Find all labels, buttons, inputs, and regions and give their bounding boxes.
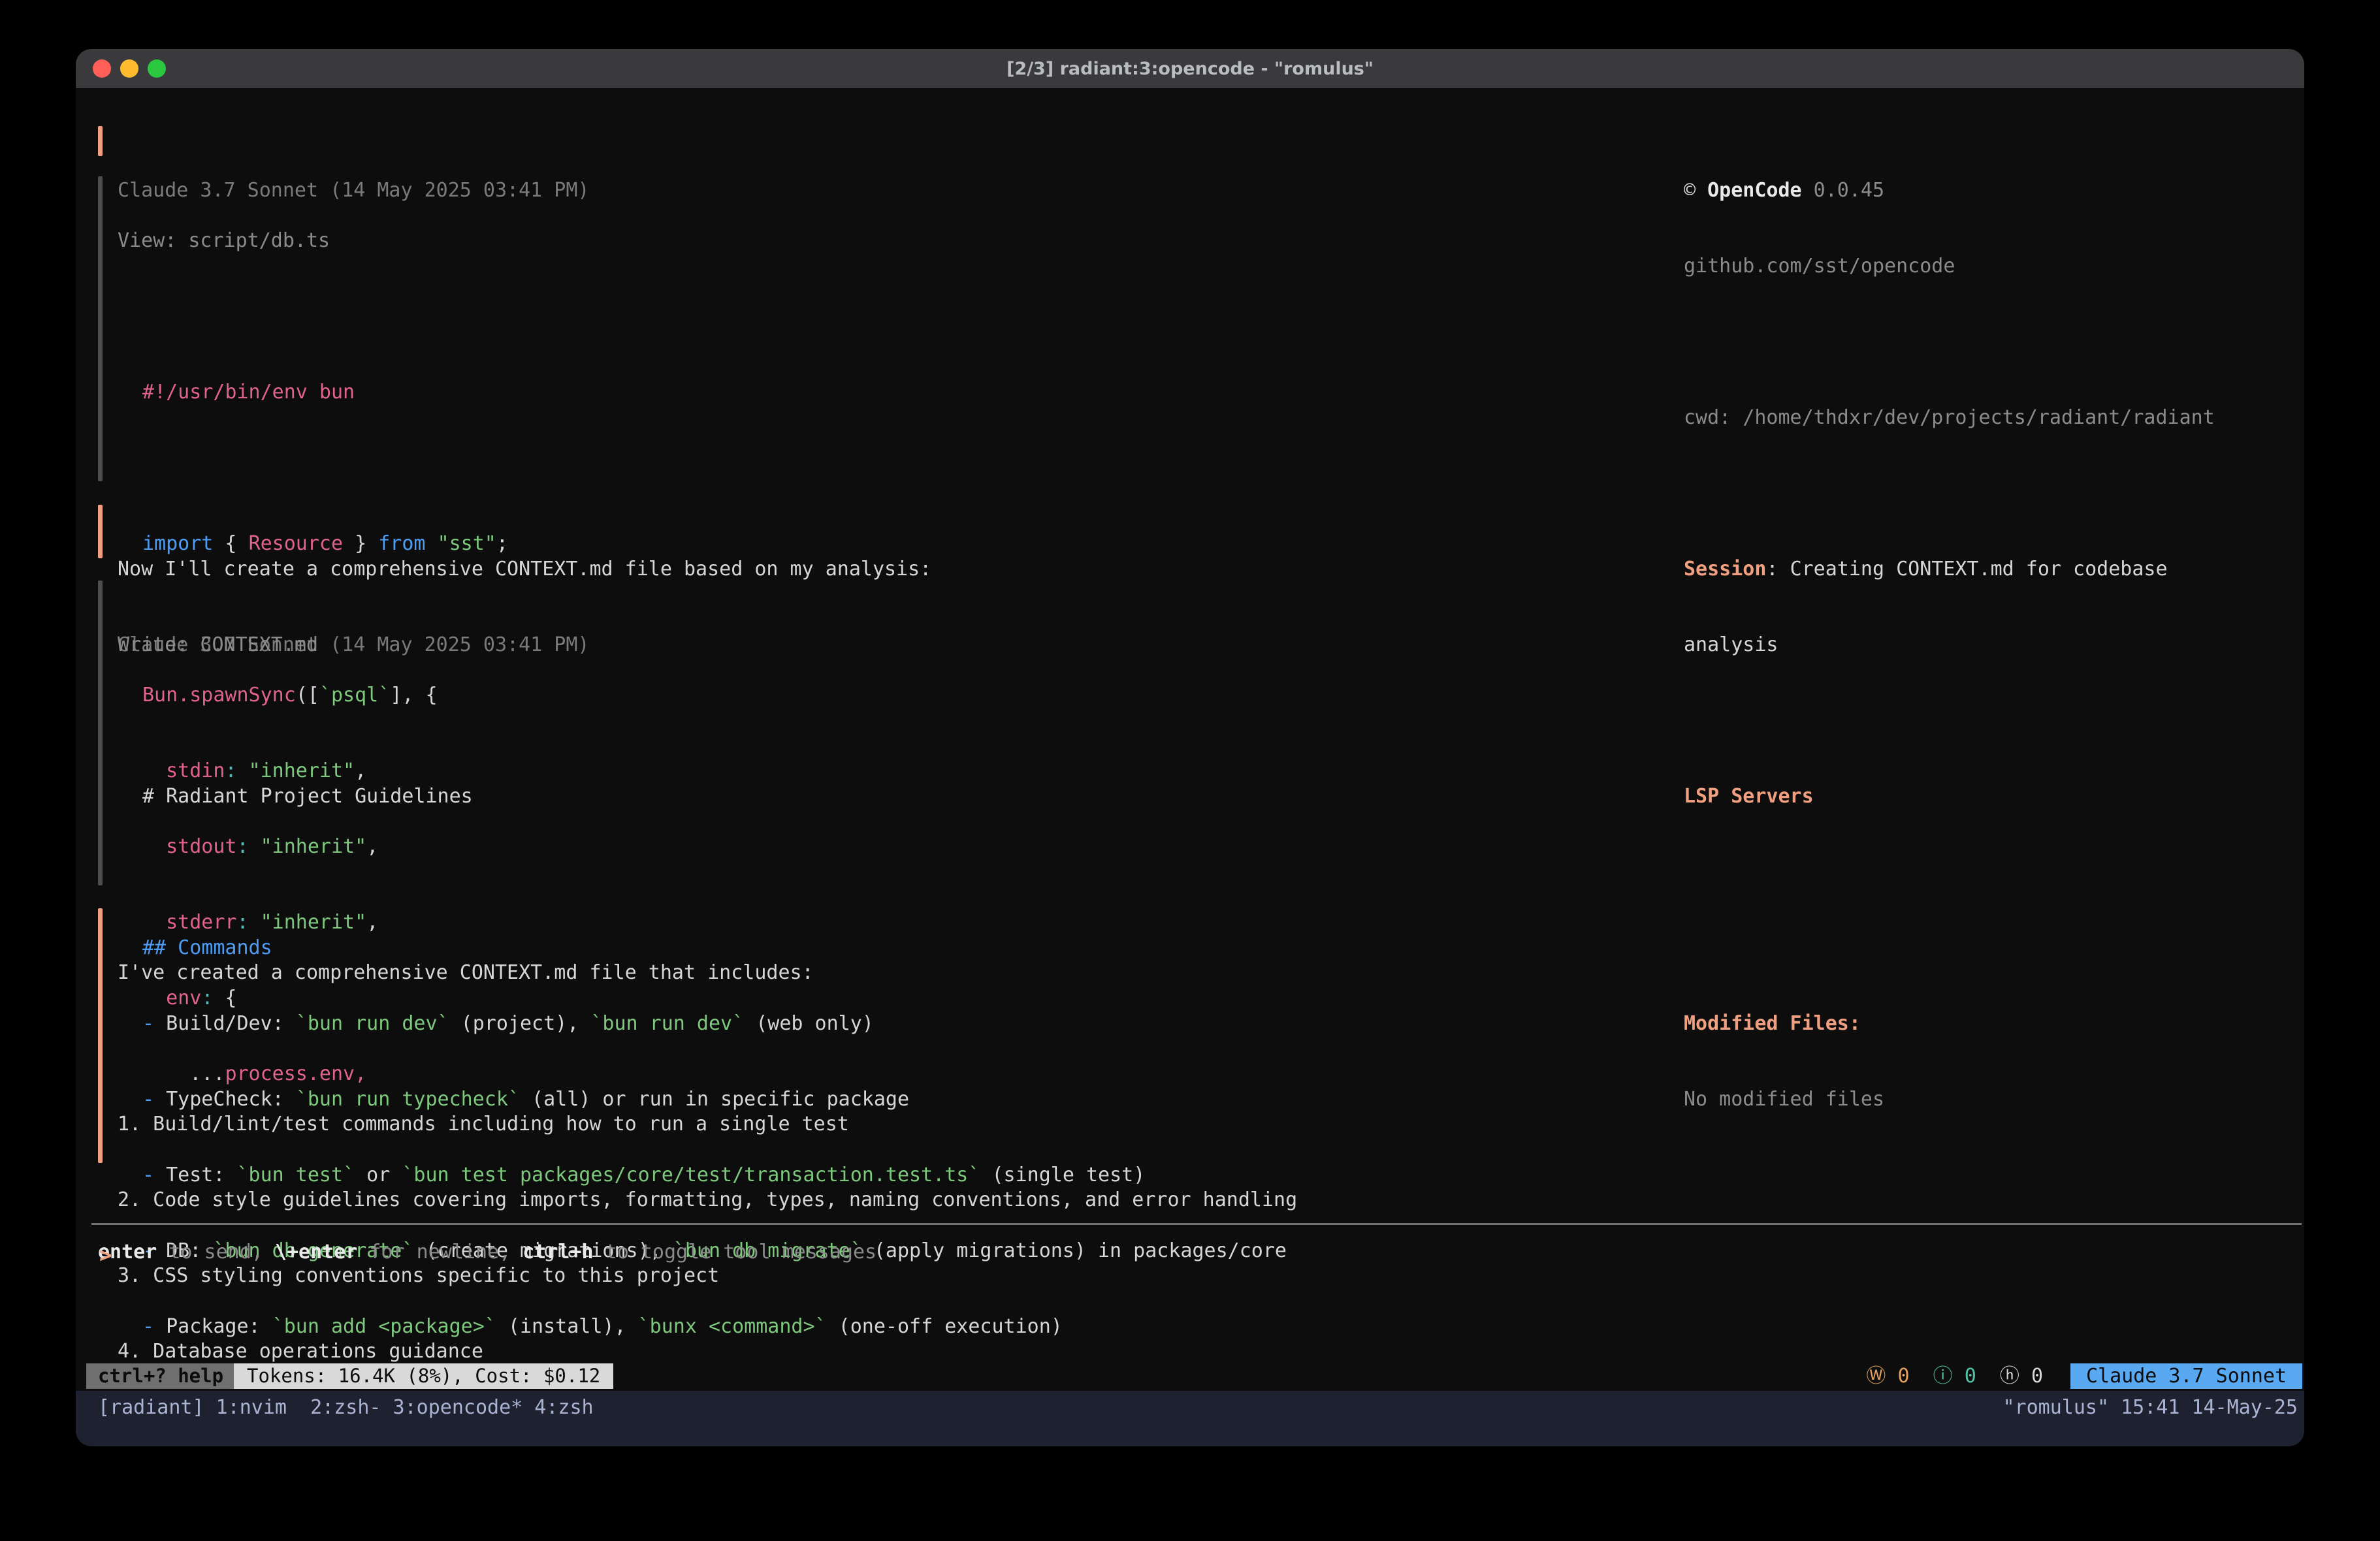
input-hints: enter to send, \+enter for newline, ctrl…	[98, 1190, 876, 1316]
tmux-session-clock: "romulus" 15:41 14-May-25	[2002, 1395, 2298, 1420]
modified-files-header: Modified Files:	[1684, 1011, 2215, 1037]
message-text: I've created a comprehensive CONTEXT.md …	[118, 961, 1604, 986]
spacer-row	[118, 1036, 1604, 1062]
minimize-button-icon[interactable]	[120, 59, 138, 78]
spacer-row	[1684, 708, 2215, 734]
tool-block-bar	[98, 580, 103, 885]
spacer-row	[118, 304, 508, 330]
cwd-line: cwd: /home/thdxr/dev/projects/radiant/ra…	[1684, 405, 2215, 431]
close-button-icon[interactable]	[93, 59, 111, 78]
warning-circle-icon: Ⓦ	[1866, 1365, 1886, 1388]
message-accent-bar	[98, 505, 103, 558]
hint-line: enter to send, \+enter for newline, ctrl…	[98, 1240, 876, 1265]
info-count: 0	[1965, 1365, 1976, 1388]
app-brand: © OpenCode 0.0.45	[1684, 178, 2215, 204]
help-badge[interactable]: ctrl+? help	[86, 1363, 235, 1389]
message-text: Now I'll create a comprehensive CONTEXT.…	[118, 557, 931, 582]
model-badge[interactable]: Claude 3.7 Sonnet	[2070, 1363, 2302, 1389]
spacer-row	[118, 708, 1287, 734]
code-line	[118, 456, 508, 481]
message-accent-bar	[98, 126, 103, 156]
traffic-lights	[93, 59, 166, 78]
spacer-row	[1684, 330, 2215, 355]
window-title: [2/3] radiant:3:opencode - "romulus"	[1006, 59, 1374, 79]
tokens-cost-badge: Tokens: 16.4K (8%), Cost: $0.12	[234, 1363, 613, 1389]
terminal-window: [2/3] radiant:3:opencode - "romulus" Cla…	[76, 49, 2304, 1446]
spacer-row	[1684, 936, 2215, 961]
prompt-input[interactable]: >	[99, 1243, 112, 1268]
message-accent-bar	[98, 908, 103, 1163]
message-text: 1. Build/lint/test commands including ho…	[118, 1112, 1604, 1137]
spacer-row	[1684, 481, 2215, 507]
zoom-button-icon[interactable]	[148, 59, 166, 78]
md-line	[118, 860, 1287, 885]
tmux-statusbar: [radiant] 1:nvim 2:zsh- 3:opencode* 4:zs…	[76, 1391, 2304, 1446]
modified-files-empty: No modified files	[1684, 1087, 2215, 1113]
warning-count: 0	[1897, 1365, 1909, 1388]
hint-circle-icon: ⓗ	[2000, 1365, 2019, 1388]
tool-title: Write: CONTEXT.md	[118, 633, 1287, 658]
spacer-row	[1684, 860, 2215, 885]
input-separator	[91, 1223, 2302, 1225]
md-line: # Radiant Project Guidelines	[118, 784, 1287, 810]
session-line-wrap: analysis	[1684, 633, 2215, 658]
tool-block-bar	[98, 176, 103, 481]
info-circle-icon: ⓘ	[1933, 1365, 1953, 1388]
hint-count: 0	[2031, 1365, 2043, 1388]
window-titlebar[interactable]: [2/3] radiant:3:opencode - "romulus"	[76, 49, 2304, 88]
repo-link[interactable]: github.com/sst/opencode	[1684, 254, 2215, 279]
session-line: Session: Creating CONTEXT.md for codebas…	[1684, 557, 2215, 582]
tmux-windows-list[interactable]: [radiant] 1:nvim 2:zsh- 3:opencode* 4:zs…	[98, 1395, 594, 1420]
code-line: #!/usr/bin/env bun	[118, 380, 508, 405]
diagnostic-counts: Ⓦ 0 ⓘ 0 ⓗ 0	[1866, 1363, 2043, 1389]
sidebar: © OpenCode 0.0.45 github.com/sst/opencod…	[1684, 128, 2215, 1163]
lsp-servers-header: LSP Servers	[1684, 784, 2215, 810]
tool-title: View: script/db.ts	[118, 229, 508, 254]
message-text: 4. Database operations guidance	[118, 1339, 1604, 1365]
